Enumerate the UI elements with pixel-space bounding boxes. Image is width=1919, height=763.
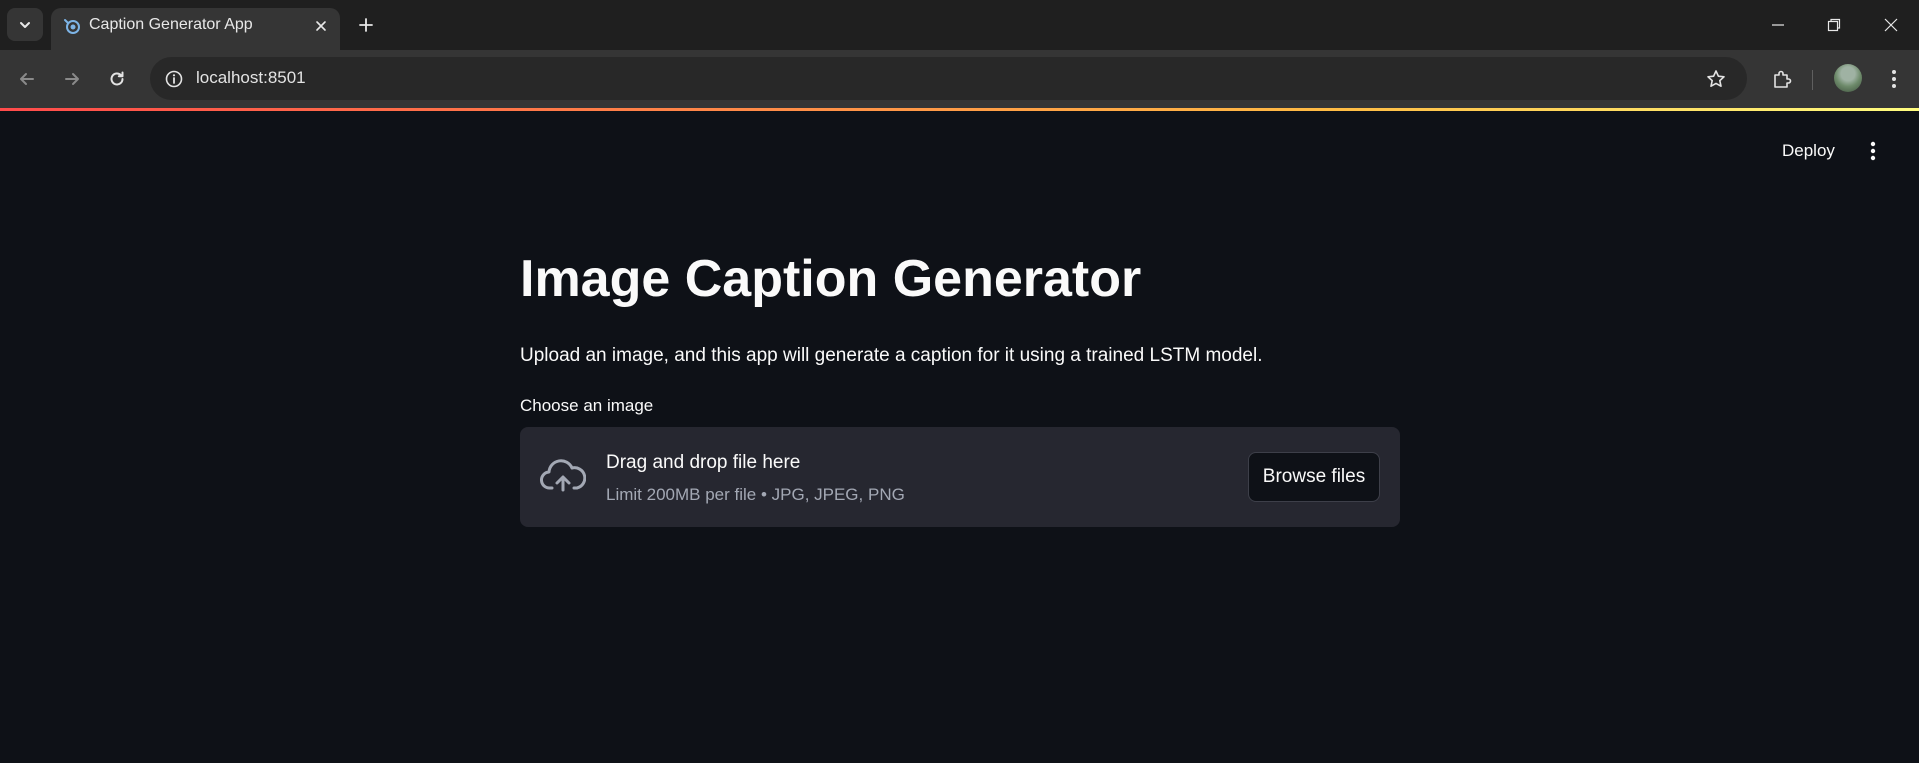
chevron-down-icon xyxy=(20,21,30,28)
site-info-button[interactable] xyxy=(160,65,187,92)
close-icon xyxy=(316,21,326,31)
close-icon xyxy=(1884,18,1898,32)
minimize-button[interactable] xyxy=(1763,10,1793,40)
new-tab-button[interactable] xyxy=(352,11,380,39)
toolbar-divider xyxy=(1812,70,1813,90)
arrow-right-icon xyxy=(65,73,79,85)
browser-toolbar: localhost:8501 xyxy=(0,50,1919,108)
dropzone-instructions: Drag and drop file here xyxy=(606,452,801,473)
streamlit-favicon-icon xyxy=(64,19,80,34)
file-dropzone[interactable]: Drag and drop file here Limit 200MB per … xyxy=(520,427,1400,527)
browser-menu-button[interactable] xyxy=(1878,63,1910,95)
deploy-button[interactable]: Deploy xyxy=(1770,135,1847,167)
url-text[interactable]: localhost:8501 xyxy=(196,68,306,88)
star-icon xyxy=(1707,70,1725,87)
reload-icon xyxy=(110,71,124,86)
browser-tab-strip: Caption Generator App xyxy=(0,0,1919,50)
forward-button[interactable] xyxy=(56,63,88,95)
dropzone-limit-text: Limit 200MB per file • JPG, JPEG, PNG xyxy=(606,485,905,504)
address-bar[interactable]: localhost:8501 xyxy=(150,57,1747,100)
kebab-menu-icon xyxy=(1870,141,1876,161)
extensions-button[interactable] xyxy=(1766,63,1798,95)
reload-button[interactable] xyxy=(101,63,133,95)
plus-icon xyxy=(359,18,373,32)
tab-search-button[interactable] xyxy=(7,8,43,41)
browser-tab-active[interactable]: Caption Generator App xyxy=(51,8,340,50)
arrow-left-icon xyxy=(20,73,34,85)
page-title: Image Caption Generator xyxy=(520,250,1142,308)
minimize-icon xyxy=(1772,24,1784,26)
page-description: Upload an image, and this app will gener… xyxy=(520,345,1263,366)
info-icon xyxy=(165,70,182,87)
browse-files-button[interactable]: Browse files xyxy=(1248,452,1380,502)
tab-title: Caption Generator App xyxy=(89,16,253,33)
app-main-menu-button[interactable] xyxy=(1858,135,1888,167)
close-window-button[interactable] xyxy=(1876,10,1906,40)
puzzle-icon xyxy=(1774,70,1792,88)
profile-avatar[interactable] xyxy=(1834,64,1862,92)
cloud-upload-icon xyxy=(540,459,586,492)
bookmark-button[interactable] xyxy=(1703,66,1729,92)
tab-close-button[interactable] xyxy=(309,14,333,38)
app-view: Deploy Image Caption Generator Upload an… xyxy=(0,111,1919,763)
restore-button[interactable] xyxy=(1819,10,1849,40)
kebab-menu-icon xyxy=(1892,70,1896,88)
back-button[interactable] xyxy=(11,63,43,95)
file-uploader-label: Choose an image xyxy=(520,396,654,415)
restore-icon xyxy=(1827,18,1841,32)
